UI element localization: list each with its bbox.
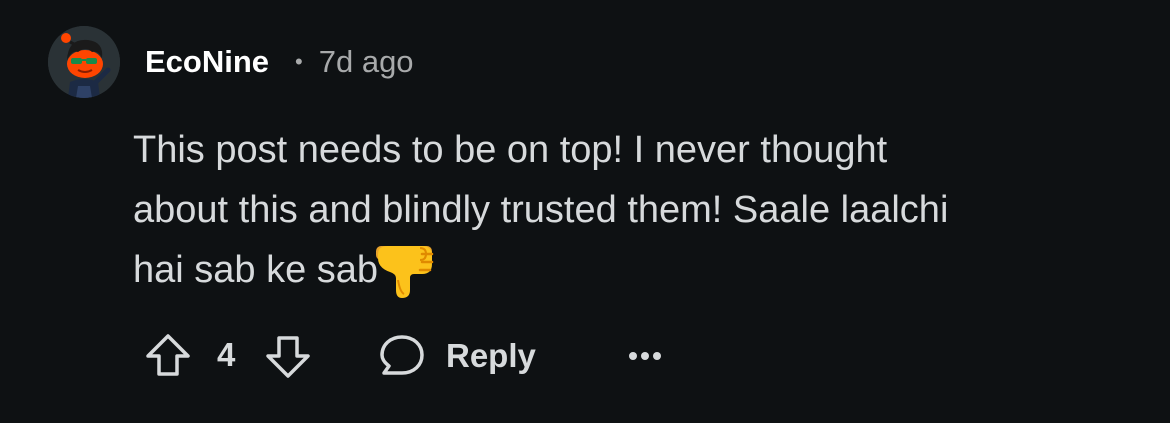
- comment: EcoNine • 7d ago This post needs to be o…: [0, 0, 1170, 423]
- comment-text-line: about this and blindly trusted them! Saa…: [133, 189, 949, 231]
- timestamp: 7d ago: [318, 44, 414, 79]
- username[interactable]: EcoNine: [145, 44, 269, 80]
- snoo-avatar-icon: [48, 26, 120, 98]
- reply-button[interactable]: Reply: [378, 332, 536, 380]
- meta-separator: •: [295, 49, 303, 74]
- comment-actions: 4 Reply: [0, 322, 1170, 392]
- comment-text-line: This post needs to be on top! I never th…: [133, 129, 888, 171]
- comment-header: EcoNine • 7d ago: [145, 38, 414, 86]
- arrow-down-icon[interactable]: [264, 332, 312, 380]
- ellipsis-icon[interactable]: [625, 338, 665, 374]
- comment-text-line-last: hai sab ke sab: [133, 240, 1133, 300]
- vote-count: 4: [217, 336, 236, 373]
- reply-label: Reply: [446, 337, 536, 374]
- arrow-up-icon[interactable]: [144, 332, 192, 380]
- comment-text-line: hai sab ke sab: [133, 249, 379, 291]
- comment-body: This post needs to be on top! I never th…: [133, 120, 1133, 300]
- thumbs-down-emoji: [376, 246, 434, 298]
- avatar[interactable]: [48, 26, 120, 98]
- speech-bubble-icon: [380, 335, 424, 375]
